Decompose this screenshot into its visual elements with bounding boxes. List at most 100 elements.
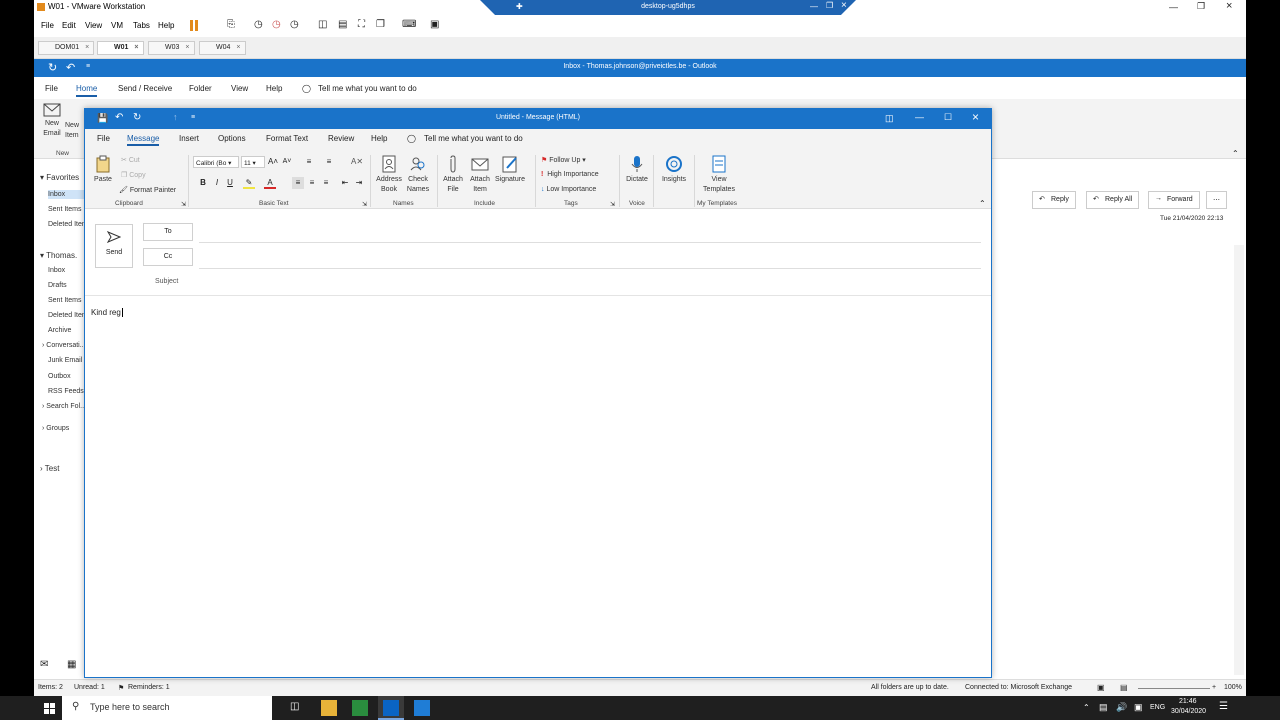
cw-tell-me[interactable]: Tell me what you want to do	[424, 134, 523, 143]
vm-menu-view[interactable]: View	[85, 21, 102, 30]
acct-outbox[interactable]: Outbox	[48, 373, 71, 380]
input-language[interactable]: ENG	[1150, 704, 1165, 711]
clipboard-launcher-icon[interactable]: ⇲	[181, 201, 186, 208]
cw-tab-format-text[interactable]: Format Text	[266, 134, 308, 143]
dictate-button[interactable]: Dictate	[623, 155, 651, 185]
tray-date[interactable]: 30/04/2020	[1171, 708, 1206, 715]
forward-button[interactable]: → Forward	[1148, 191, 1200, 209]
underline-icon[interactable]: U	[224, 177, 236, 189]
insights-button[interactable]: Insights	[657, 155, 691, 185]
outlook-taskbar-button[interactable]	[378, 696, 404, 720]
reading-view-icon[interactable]: ▤	[1120, 683, 1128, 692]
vm-tab-w01[interactable]: W01 ×	[97, 41, 144, 55]
fav-sent-items[interactable]: Sent Items	[48, 206, 81, 213]
cut-button[interactable]: ✂ Cut	[121, 156, 140, 164]
increase-indent-icon[interactable]: ⇥	[353, 177, 365, 189]
action-center-icon[interactable]: ☰	[1219, 701, 1228, 712]
single-window-icon[interactable]: ▤	[338, 19, 347, 30]
ol-tab-folder[interactable]: Folder	[189, 84, 212, 93]
vm-menu-help[interactable]: Help	[158, 21, 174, 30]
vm-tab-w04[interactable]: W04 ×	[199, 41, 246, 55]
acct-drafts[interactable]: Drafts	[48, 282, 67, 289]
check-names-button[interactable]: Check Names	[403, 155, 433, 195]
close-icon[interactable]: ×	[1226, 0, 1232, 12]
vm-menu-file[interactable]: File	[41, 21, 54, 30]
banner-minimize-icon[interactable]: —	[810, 2, 818, 11]
cw-tab-message[interactable]: Message	[127, 134, 160, 146]
snapshot-icon[interactable]: ◷	[254, 19, 263, 30]
stretch-icon[interactable]: ▣	[430, 19, 439, 30]
basic-text-launcher-icon[interactable]: ⇲	[362, 201, 367, 208]
volume-icon[interactable]: 🔊	[1116, 702, 1127, 713]
cw-tab-file[interactable]: File	[97, 134, 110, 143]
view-templates-button[interactable]: View Templates	[699, 155, 739, 195]
ol-tab-file[interactable]: File	[45, 84, 58, 93]
app-icon[interactable]	[414, 700, 430, 716]
battery-icon[interactable]: ▣	[1134, 702, 1143, 713]
high-importance-button[interactable]: ! High Importance	[541, 171, 599, 178]
mail-nav-icon[interactable]: ✉	[40, 659, 48, 670]
tray-time[interactable]: 21:46	[1179, 698, 1197, 705]
status-zoom[interactable]: 100%	[1224, 684, 1242, 691]
cc-field[interactable]	[199, 268, 981, 269]
maximize-icon[interactable]: ❐	[1197, 1, 1205, 12]
conversation-history[interactable]: › Conversati...	[42, 342, 86, 349]
italic-icon[interactable]: I	[211, 177, 223, 189]
copy-button[interactable]: ❐ Copy	[121, 171, 146, 179]
ol-tab-help[interactable]: Help	[266, 84, 282, 93]
windows-start-icon[interactable]	[44, 703, 55, 714]
normal-view-icon[interactable]: ▣	[1097, 683, 1105, 692]
network-icon[interactable]: ▤	[1099, 702, 1108, 713]
cw-tab-options[interactable]: Options	[218, 134, 246, 143]
fav-inbox[interactable]: Inbox	[48, 190, 84, 199]
acct-archive[interactable]: Archive	[48, 327, 71, 334]
file-explorer-icon[interactable]	[321, 700, 337, 716]
align-right-icon[interactable]: ≡	[320, 177, 332, 189]
snapshot-manager-icon[interactable]: ◷	[290, 19, 299, 30]
highlight-icon[interactable]: ✎	[243, 177, 255, 189]
groups-folder[interactable]: › Groups	[42, 425, 69, 432]
clear-formatting-icon[interactable]: A✕	[351, 156, 363, 168]
status-reminders[interactable]: Reminders: 1	[128, 684, 170, 691]
signature-button[interactable]: Signature	[493, 155, 527, 185]
test-folder[interactable]: › Test	[40, 464, 59, 473]
new-email-button[interactable]: New Email	[40, 103, 64, 139]
ribbon-display-icon[interactable]: ◫	[885, 113, 894, 124]
library-icon[interactable]: ◫	[318, 19, 327, 30]
to-field[interactable]	[199, 242, 981, 243]
send-keys-icon[interactable]: ⎘	[227, 19, 235, 30]
acct-rss[interactable]: RSS Feeds	[48, 388, 84, 395]
collapse-ribbon-icon[interactable]: ⌃	[979, 199, 986, 208]
taskbar-search[interactable]: ⚲ Type here to search	[62, 696, 272, 720]
tray-chevron-icon[interactable]: ⌃	[1083, 703, 1090, 712]
task-view-icon[interactable]: ◫	[290, 701, 299, 712]
follow-up-button[interactable]: ⚑ Follow Up ▾	[541, 156, 586, 164]
cw-tab-help[interactable]: Help	[371, 134, 387, 143]
reply-button[interactable]: ↶ Reply	[1032, 191, 1076, 209]
ol-tab-home[interactable]: Home	[76, 84, 98, 97]
font-name-select[interactable]: Calibri (Bo ▾	[193, 156, 239, 168]
font-size-select[interactable]: 11 ▾	[241, 156, 265, 168]
align-left-icon[interactable]: ≡	[292, 177, 304, 189]
low-importance-button[interactable]: ↓ Low Importance	[541, 186, 596, 193]
unity-icon[interactable]: ❐	[376, 19, 385, 30]
tab-close-icon[interactable]: ×	[134, 44, 138, 51]
acct-inbox[interactable]: Inbox	[48, 267, 65, 274]
more-actions-button[interactable]: ⋯	[1206, 191, 1227, 209]
cc-button[interactable]: Cc	[143, 248, 193, 266]
banner-close-icon[interactable]: ×	[841, 0, 847, 11]
paste-button[interactable]: Paste	[91, 155, 115, 185]
font-color-icon[interactable]: A	[264, 177, 276, 189]
send-button[interactable]: Send	[95, 224, 133, 268]
numbering-icon[interactable]: ≡	[323, 156, 335, 168]
pause-icon[interactable]	[190, 20, 193, 31]
fullscreen-icon[interactable]: ⛶	[358, 19, 365, 30]
vm-menu-edit[interactable]: Edit	[62, 21, 76, 30]
ol-tab-send-receive[interactable]: Send / Receive	[118, 84, 172, 93]
attach-item-button[interactable]: Attach Item	[467, 155, 493, 195]
reply-all-button[interactable]: ↶ Reply All	[1086, 191, 1140, 209]
vm-tab-dom01[interactable]: DOM01 ×	[38, 41, 95, 55]
acct-junk[interactable]: Junk Email	[48, 357, 82, 364]
bold-icon[interactable]: B	[197, 177, 209, 189]
cw-tab-review[interactable]: Review	[328, 134, 354, 143]
